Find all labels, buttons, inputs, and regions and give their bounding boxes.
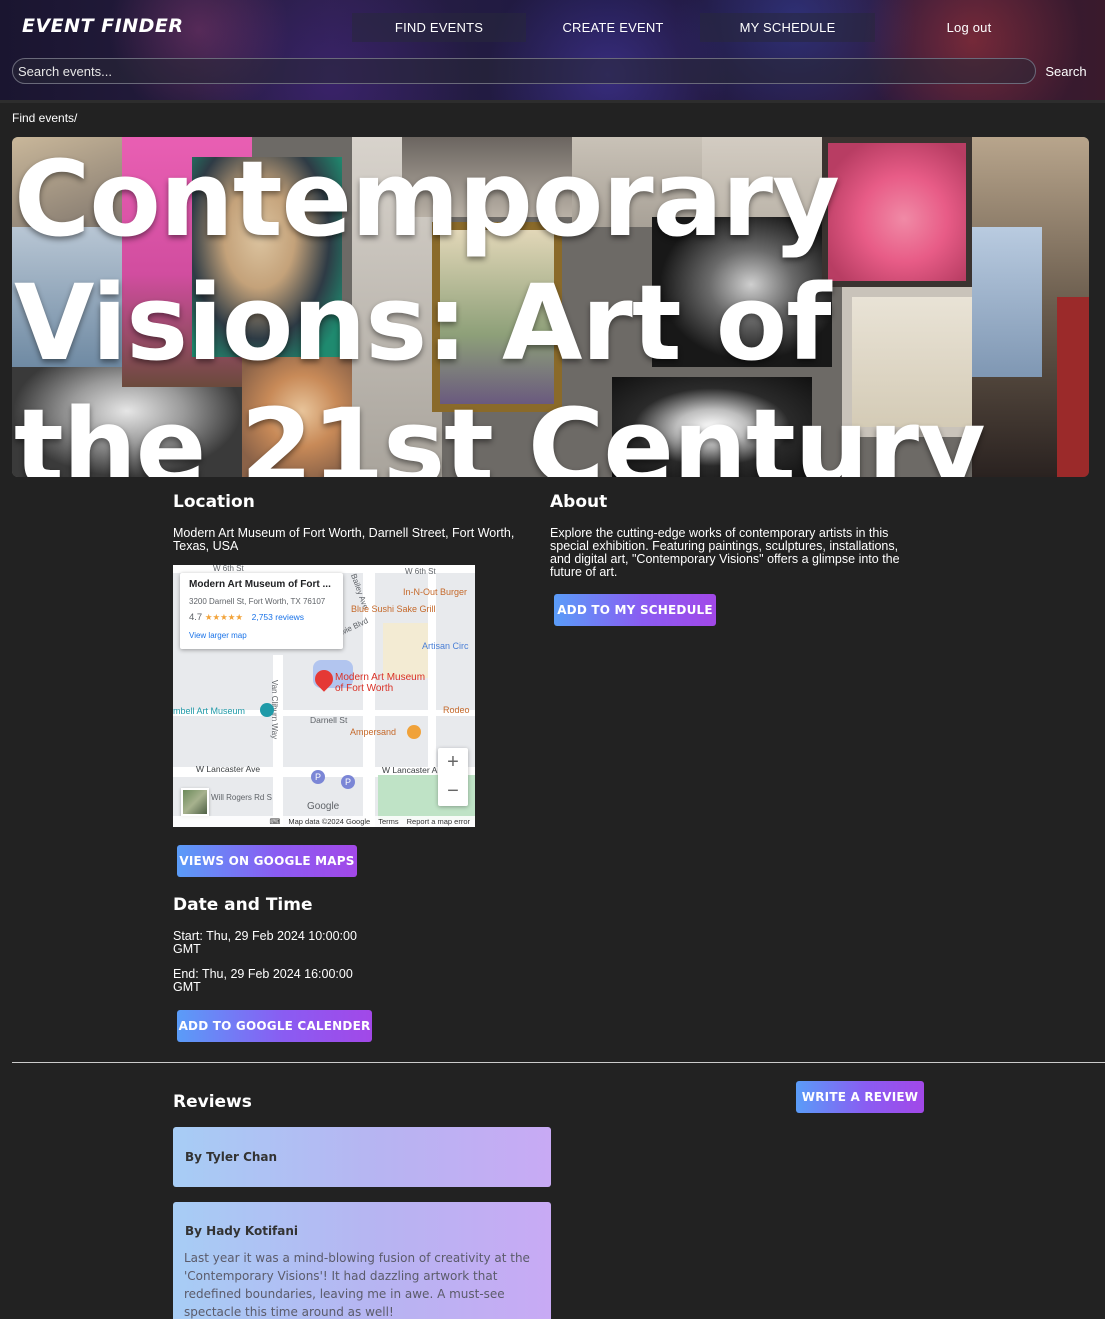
- embedded-map[interactable]: W 6th St W 6th St Bailey Ave owie Blvd D…: [173, 565, 475, 827]
- review-text: Last year it was a mind-blowing fusion o…: [184, 1251, 530, 1319]
- map-poi-label[interactable]: Ampersand: [350, 727, 396, 737]
- map-street-label: W Lancaster Ave: [196, 764, 261, 774]
- start-time: Start: Thu, 29 Feb 2024 10:00:00 GMT: [173, 929, 357, 956]
- map-place-address: 3200 Darnell St, Fort Worth, TX 76107: [189, 597, 326, 606]
- review-author: By Tyler Chan: [185, 1150, 278, 1164]
- search-input[interactable]: [12, 58, 1036, 84]
- map-street-label: Darnell St: [310, 715, 348, 725]
- review-author: By Hady Kotifani: [185, 1224, 299, 1238]
- map-street-label: W Lancaster A: [382, 765, 438, 775]
- map-poi-label[interactable]: Rodeo: [443, 705, 470, 715]
- breadcrumb[interactable]: Find events/: [12, 111, 77, 125]
- zoom-out-button[interactable]: −: [438, 777, 468, 806]
- review-card: By Tyler Chan: [173, 1127, 551, 1187]
- map-poi-label[interactable]: In-N-Out Burger: [403, 587, 467, 597]
- map-reviews-link[interactable]: 2,753 reviews: [252, 612, 304, 622]
- keyboard-icon[interactable]: ⌨: [270, 817, 281, 826]
- section-divider: [12, 1062, 1105, 1063]
- location-address: Modern Art Museum of Fort Worth, Darnell…: [173, 526, 515, 553]
- nav-create-event[interactable]: CREATE EVENT: [526, 13, 700, 42]
- map-data-text: Map data ©2024 Google: [288, 817, 371, 826]
- top-header: EVENT FINDER FIND EVENTS CREATE EVENT MY…: [0, 0, 1105, 100]
- view-on-google-maps-button[interactable]: VIEWS ON GOOGLE MAPS: [177, 845, 357, 877]
- map-street-label: W 6th St: [213, 565, 244, 573]
- map-report-link[interactable]: Report a map error: [407, 817, 470, 826]
- map-poi-label[interactable]: Blue Sushi Sake Grill: [351, 604, 436, 614]
- hero-art-tile: [1057, 297, 1089, 477]
- map-rating-value: 4.7: [189, 612, 203, 623]
- event-title: Contemporary Visions: Art of the 21st Ce…: [14, 138, 986, 477]
- star-icon: ★★★★★: [204, 612, 243, 622]
- parking-icon: P: [311, 770, 325, 784]
- add-to-google-calendar-button[interactable]: ADD TO GOOGLE CALENDER: [177, 1010, 372, 1042]
- map-street-label: Will Rogers Rd S: [211, 793, 272, 802]
- end-time: End: Thu, 29 Feb 2024 16:00:00 GMT: [173, 967, 353, 994]
- header-divider: [0, 100, 1105, 103]
- map-rating: 4.7 ★★★★★ 2,753 reviews: [189, 612, 304, 623]
- map-street-label: W 6th St: [405, 567, 436, 576]
- restaurant-icon: [407, 725, 421, 739]
- event-hero-image: Contemporary Visions: Art of the 21st Ce…: [12, 137, 1089, 477]
- map-poi-label[interactable]: mbell Art Museum: [173, 706, 245, 716]
- view-larger-map-link[interactable]: View larger map: [189, 631, 247, 640]
- map-place-name: Modern Art Museum of Fort ...: [189, 579, 331, 590]
- map-pin-label: of Fort Worth: [335, 683, 394, 694]
- map-terms-link[interactable]: Terms: [378, 817, 398, 826]
- map-poi-label[interactable]: Artisan Circ: [422, 641, 469, 651]
- zoom-in-button[interactable]: +: [438, 748, 468, 777]
- review-card: By Hady Kotifani Last year it was a mind…: [173, 1202, 551, 1319]
- map-zoom-control: + −: [438, 748, 468, 806]
- about-heading: About: [550, 492, 608, 512]
- museum-icon: [260, 703, 274, 717]
- parking-icon: P: [341, 775, 355, 789]
- add-to-schedule-button[interactable]: ADD TO MY SCHEDULE: [554, 594, 716, 626]
- nav-find-events[interactable]: FIND EVENTS: [352, 13, 526, 42]
- about-text: Explore the cutting-edge works of contem…: [550, 526, 900, 579]
- location-heading: Location: [173, 492, 255, 512]
- nav-log-out[interactable]: Log out: [930, 13, 1008, 42]
- reviews-heading: Reviews: [173, 1092, 252, 1112]
- map-footer: ⌨ Map data ©2024 Google Terms Report a m…: [173, 816, 475, 827]
- map-pin-label: Modern Art Museum: [335, 672, 426, 683]
- date-time-heading: Date and Time: [173, 895, 313, 915]
- search-button[interactable]: Search: [1042, 61, 1090, 81]
- nav-my-schedule[interactable]: MY SCHEDULE: [700, 13, 875, 42]
- logo[interactable]: EVENT FINDER: [22, 15, 183, 37]
- map-info-card: Modern Art Museum of Fort ... 3200 Darne…: [180, 573, 343, 649]
- write-review-button[interactable]: WRITE A REVIEW: [796, 1081, 924, 1113]
- satellite-toggle[interactable]: [181, 788, 209, 816]
- google-logo: Google: [307, 801, 340, 812]
